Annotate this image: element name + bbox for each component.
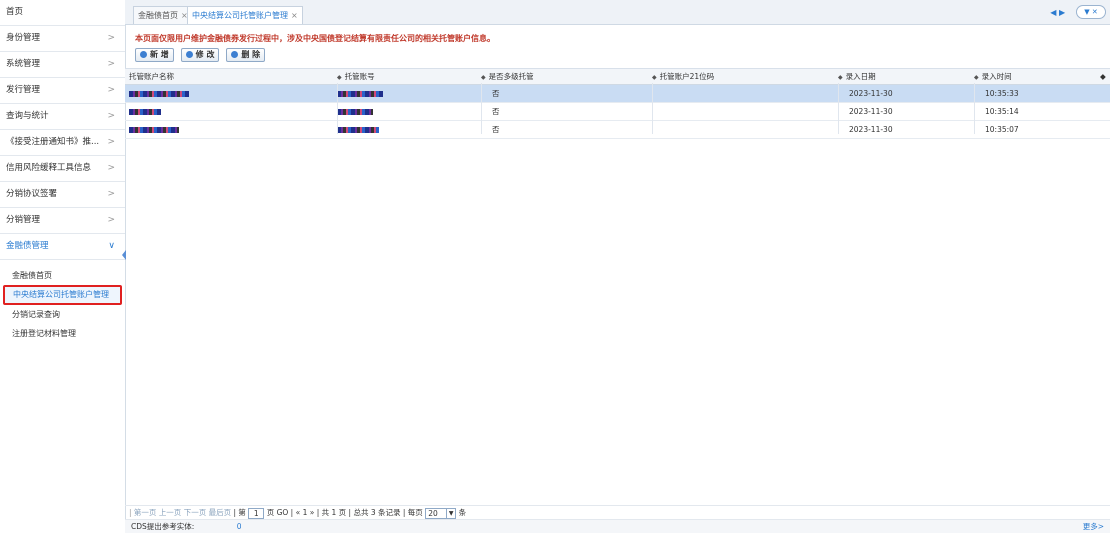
sidebar-subitem-registration-materials[interactable]: 注册登记材料管理 [0,324,125,343]
chevron-right-icon: > [107,59,115,69]
tab-navigation: ◀ ▶ ▼ ✕ [1050,5,1106,19]
chevron-right-icon: > [107,111,115,121]
status-bar: CDS提出参考实体: 0 更多> [125,519,1110,533]
table-row[interactable]: 否 2023-11-30 10:35:33 [125,85,1110,103]
status-value: 0 [236,522,242,531]
chevron-down-icon[interactable]: ▼ [447,507,457,519]
column-header-21-code[interactable]: ◆ 托管账户21位码 [652,69,714,84]
add-button[interactable]: 新 增 [135,48,174,62]
delete-icon [231,51,239,58]
tab-custody-account[interactable]: 中央结算公司托管账户管理 × [187,6,303,24]
tab-bond-home[interactable]: 金融债首页 × [133,6,193,24]
chevron-right-icon: > [107,189,115,199]
redacted-text [337,109,373,115]
redacted-text [129,127,179,133]
entry-time-cell: 10:35:33 [985,89,1019,98]
last-page-link[interactable]: 最后页 [209,508,232,517]
more-link[interactable]: 更多> [1083,520,1104,534]
page-size-unit: 条 [458,508,467,517]
column-divider [481,83,482,134]
account-number-cell [337,103,373,120]
multi-level-cell: 否 [492,125,500,134]
column-header-account-number[interactable]: ◆ 托管账号 [337,69,375,84]
tab-scroll-arrows-icon[interactable]: ◀ ▶ [1050,8,1065,17]
entry-date-cell: 2023-11-30 [849,125,893,134]
sidebar-item-home[interactable]: 首页 [0,0,125,26]
page-summary: | 共 1 页 | 总共 3 条记录 | 每页 [316,508,423,517]
table-header: 托管账户名称 ◆ 托管账号 ◆ 是否多级托管 ◆ 托管账户21位码 ◆ 录入日期 ◆ 录入… [125,68,1110,85]
sidebar-item-distribution[interactable]: 分销管理 > [0,208,125,234]
table-row[interactable]: 否 2023-11-30 10:35:07 [125,121,1110,139]
account-name-cell [129,121,179,138]
redacted-text [337,127,379,133]
chevron-right-icon: > [107,163,115,173]
column-header-entry-date[interactable]: ◆ 录入日期 [838,69,876,84]
column-header-account-name[interactable]: 托管账户名称 [129,69,174,84]
page-size-select[interactable]: 20 [425,507,448,519]
column-divider [838,83,839,134]
chevron-right-icon: > [107,215,115,225]
entry-date-cell: 2023-11-30 [849,89,893,98]
delete-button[interactable]: 删 除 [226,48,266,62]
entry-date-cell: 2023-11-30 [849,107,893,116]
prev-page-link[interactable]: 上一页 [159,508,182,517]
status-label: CDS提出参考实体: [131,522,195,531]
column-divider [337,83,338,134]
chevron-down-icon: ∨ [108,241,115,251]
toolbar: 新 增 修 改 删 除 [135,48,269,62]
entry-time-cell: 10:35:14 [985,107,1019,116]
sidebar-subitem-distribution-records[interactable]: 分销记录查询 [0,305,125,324]
column-header-entry-time[interactable]: ◆ 录入时间 [974,69,1012,84]
sidebar-item-credit-risk[interactable]: 信用风险缓释工具信息 > [0,156,125,182]
page-number-input[interactable]: 1 [248,507,265,519]
sidebar-item-distribution-agreement[interactable]: 分销协议签署 > [0,182,125,208]
redacted-text [129,91,189,97]
column-divider [974,83,975,134]
sidebar: 首页 身份管理 > 系统管理 > 发行管理 > 查询与统计 > 《接受注册通知书》推..… [0,0,126,533]
sidebar-item-financial-bond[interactable]: 金融债管理 ∨ [0,234,125,260]
account-number-cell [337,121,379,138]
sidebar-subitem-bond-home[interactable]: 金融债首页 [0,266,125,285]
sidebar-item-identity[interactable]: 身份管理 > [0,26,125,52]
add-icon [140,51,147,58]
account-name-cell [129,103,161,120]
account-name-cell [129,85,189,102]
page-nav[interactable]: « 1 » [296,508,315,517]
sidebar-subitem-custody-account[interactable]: 中央结算公司托管账户管理 [3,285,122,305]
close-icon[interactable]: × [291,11,298,20]
first-page-link[interactable]: 第一页 [134,508,157,517]
entry-time-cell: 10:35:07 [985,125,1019,134]
chevron-right-icon: > [107,85,115,95]
tab-menu-button[interactable]: ▼ ✕ [1076,5,1106,19]
sort-icon: ◆ [652,74,657,81]
column-divider [652,83,653,134]
redacted-text [337,91,383,97]
next-page-link[interactable]: 下一页 [184,508,207,517]
sort-icon: ◆ [481,74,486,81]
edit-button[interactable]: 修 改 [180,48,220,62]
sort-icon: ◆ [974,74,979,81]
tab-bar: 金融债首页 × 中央结算公司托管账户管理 × ◀ ▶ ▼ ✕ [125,0,1110,25]
page-prefix: | 第 [233,508,246,517]
sort-icon: ◆ [337,74,342,81]
account-number-cell [337,85,383,102]
column-header-multi-level[interactable]: ◆ 是否多级托管 [481,69,534,84]
multi-level-cell: 否 [492,89,500,98]
edit-icon [185,51,193,58]
go-button[interactable]: 页 GO | [267,508,294,517]
sidebar-item-system[interactable]: 系统管理 > [0,52,125,78]
sidebar-item-registration-notice[interactable]: 《接受注册通知书》推... > [0,130,125,156]
chevron-right-icon: > [107,137,115,147]
redacted-text [129,109,161,115]
chevron-right-icon: > [107,33,115,43]
sidebar-item-issuance[interactable]: 发行管理 > [0,78,125,104]
notice-text: 本页面仅限用户维护金融债券发行过程中，涉及中央国债登记结算有限责任公司的相关托管… [135,34,495,43]
sort-icon[interactable]: ◆ [1100,69,1106,84]
custody-account-table: 托管账户名称 ◆ 托管账号 ◆ 是否多级托管 ◆ 托管账户21位码 ◆ 录入日期 ◆ 录入… [125,68,1110,139]
sidebar-item-query[interactable]: 查询与统计 > [0,104,125,130]
table-row[interactable]: 否 2023-11-30 10:35:14 [125,103,1110,121]
multi-level-cell: 否 [492,107,500,116]
sort-icon: ◆ [838,74,843,81]
pagination-bar: | 第一页 上一页 下一页 最后页 | 第 1 页 GO | « 1 » | 共… [125,505,1110,519]
